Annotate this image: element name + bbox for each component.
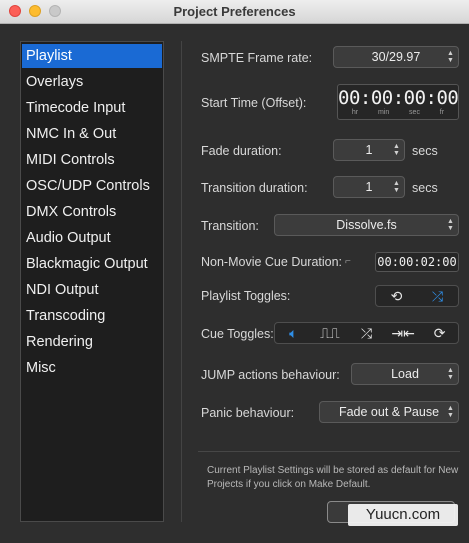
- footer-divider: [198, 451, 460, 452]
- jump-actions-select[interactable]: Load ▲ ▼: [351, 363, 459, 385]
- chevron-up-down-icon: ▲ ▼: [447, 50, 454, 64]
- unit-fr: fr: [439, 109, 445, 116]
- transition-label: Transition:: [201, 219, 259, 233]
- cursor-icon: ⌐: [345, 256, 351, 267]
- jump-actions-label: JUMP actions behaviour:: [201, 368, 340, 382]
- sidebar-item-dmx-controls[interactable]: DMX Controls: [22, 200, 162, 224]
- transition-duration-unit: secs: [412, 181, 438, 195]
- repeat-icon[interactable]: ⟳: [421, 323, 458, 343]
- smpte-label: SMPTE Frame rate:: [201, 51, 313, 65]
- sidebar-item-midi-controls[interactable]: MIDI Controls: [22, 148, 162, 172]
- panel-divider: [181, 41, 182, 522]
- start-time-value: 00:00:00:00: [338, 87, 459, 109]
- sidebar-item-misc[interactable]: Misc: [22, 356, 162, 380]
- transition-duration-stepper[interactable]: 1 ▲ ▼: [333, 176, 405, 198]
- audio-icon[interactable]: 🔈︎: [275, 323, 312, 343]
- fade-duration-value: 1: [365, 143, 373, 157]
- fade-in-out-icon[interactable]: ⎍⎍: [312, 323, 349, 343]
- sidebar-item-audio-output[interactable]: Audio Output: [22, 226, 162, 250]
- smpte-value: 30/29.97: [371, 50, 421, 64]
- loop-icon[interactable]: ⟲: [376, 286, 417, 306]
- transition-select[interactable]: Dissolve.fs ▲ ▼: [274, 214, 459, 236]
- timecode-units: hr min sec fr: [338, 109, 458, 116]
- sidebar-item-nmc[interactable]: NMC In & Out: [22, 122, 162, 146]
- unit-hr: hr: [351, 109, 359, 116]
- transition-duration-value: 1: [365, 180, 373, 194]
- fade-unit: secs: [412, 144, 438, 158]
- start-time-label: Start Time (Offset):: [201, 96, 307, 110]
- playlist-toggles-group: ⟲ ⤮: [375, 285, 459, 307]
- panic-behaviour-value: Fade out & Pause: [338, 405, 440, 419]
- sidebar-item-blackmagic-output[interactable]: Blackmagic Output: [22, 252, 162, 276]
- fade-duration-label: Fade duration:: [201, 144, 282, 158]
- shuffle-icon[interactable]: ⤮: [417, 286, 458, 306]
- sidebar-item-rendering[interactable]: Rendering: [22, 330, 162, 354]
- jump-actions-value: Load: [391, 367, 419, 381]
- window-title: Project Preferences: [173, 4, 296, 19]
- sidebar-item-ndi-output[interactable]: NDI Output: [22, 278, 162, 302]
- preferences-window: Project Preferences Playlist Overlays Ti…: [0, 0, 469, 543]
- chevron-up-down-icon: ▲ ▼: [447, 218, 454, 232]
- watermark: Yuucn.com: [348, 504, 458, 526]
- preferences-sidebar: Playlist Overlays Timecode Input NMC In …: [20, 41, 164, 522]
- transition-duration-label: Transition duration:: [201, 181, 308, 195]
- non-movie-cue-duration-field[interactable]: 00:00:02:00: [375, 252, 459, 272]
- sidebar-item-timecode-input[interactable]: Timecode Input: [22, 96, 162, 120]
- fade-duration-stepper[interactable]: 1 ▲ ▼: [333, 139, 405, 161]
- unit-sec: sec: [409, 109, 420, 116]
- shuffle-icon[interactable]: ⤮: [348, 323, 385, 343]
- sidebar-item-osc-udp-controls[interactable]: OSC/UDP Controls: [22, 174, 162, 198]
- chevron-up-down-icon: ▲ ▼: [447, 367, 454, 381]
- stepper-arrows-icon[interactable]: ▲ ▼: [393, 143, 400, 157]
- start-time-field[interactable]: 00:00:00:00 hr min sec fr: [337, 84, 459, 120]
- panic-behaviour-select[interactable]: Fade out & Pause ▲ ▼: [319, 401, 459, 423]
- sidebar-item-playlist[interactable]: Playlist: [22, 44, 162, 68]
- playlist-toggles-label: Playlist Toggles:: [201, 289, 291, 303]
- transition-value: Dissolve.fs: [336, 218, 397, 232]
- panic-behaviour-label: Panic behaviour:: [201, 406, 295, 420]
- footer-note: Current Playlist Settings will be stored…: [207, 465, 459, 490]
- title-bar: Project Preferences: [0, 0, 469, 24]
- sidebar-item-transcoding[interactable]: Transcoding: [22, 304, 162, 328]
- non-movie-cue-label: Non-Movie Cue Duration:: [201, 255, 343, 269]
- cue-toggles-label: Cue Toggles:: [201, 327, 274, 341]
- cue-toggles-group: 🔈︎ ⎍⎍ ⤮ ⇥⇤ ⟳: [274, 322, 459, 344]
- sidebar-item-overlays[interactable]: Overlays: [22, 70, 162, 94]
- stepper-arrows-icon[interactable]: ▲ ▼: [393, 180, 400, 194]
- unit-min: min: [377, 109, 390, 116]
- skip-icon[interactable]: ⇥⇤: [385, 323, 422, 343]
- smpte-frame-rate-select[interactable]: 30/29.97 ▲ ▼: [333, 46, 459, 68]
- chevron-up-down-icon: ▲ ▼: [447, 405, 454, 419]
